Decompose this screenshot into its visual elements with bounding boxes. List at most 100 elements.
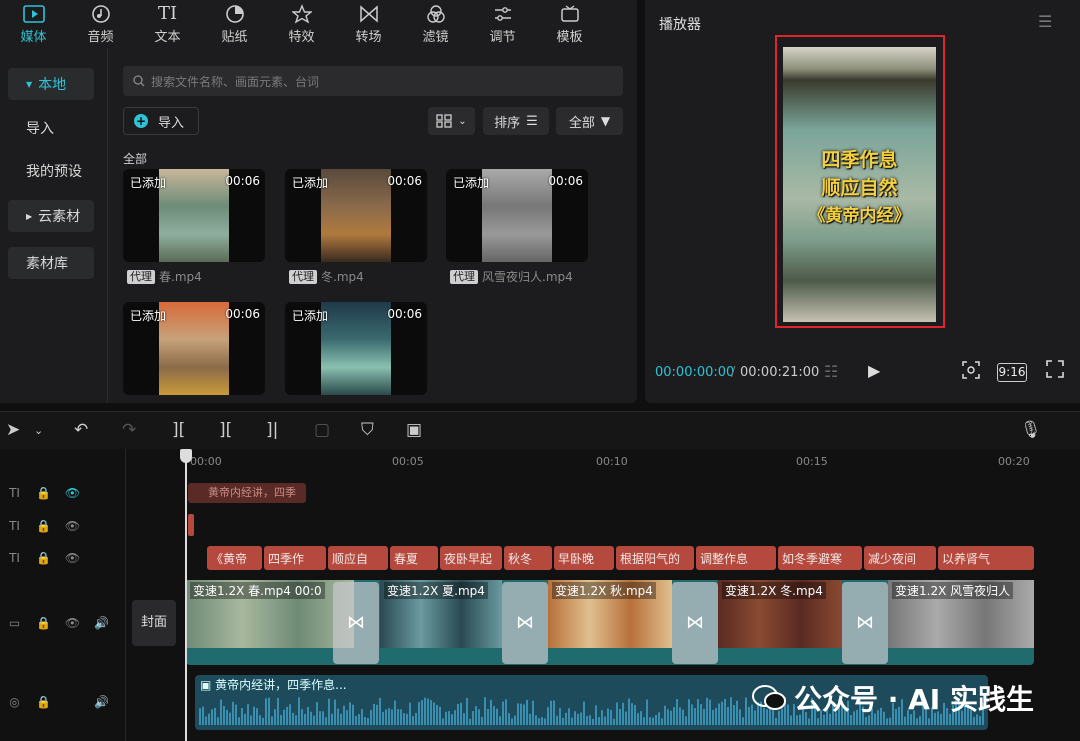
transition-icon[interactable]: ⋈	[672, 582, 718, 664]
search-icon	[133, 75, 145, 87]
speaker-icon[interactable]: 🔊	[87, 695, 116, 709]
media-thumb-winter[interactable]: 已添加 00:06	[285, 169, 427, 262]
text-clip[interactable]: 《黄帝	[207, 546, 262, 570]
aspect-ratio-button[interactable]: 9:16	[997, 363, 1027, 382]
search-input[interactable]: 搜索文件名称、画面元素、台词	[123, 66, 623, 96]
playhead-handle[interactable]	[180, 449, 192, 463]
sidebar-item-local[interactable]: ▼ 本地	[8, 68, 94, 100]
lock-icon[interactable]: 🔒	[29, 519, 58, 533]
undo-icon[interactable]: ↶	[74, 420, 88, 440]
lock-icon[interactable]: 🔒	[29, 616, 58, 630]
clip-label: 黄帝内经讲，四季	[208, 486, 296, 499]
tab-media[interactable]: 媒体	[0, 0, 67, 48]
text-clip[interactable]: 减少夜间	[864, 546, 936, 570]
duration-label: 00:06	[548, 174, 583, 188]
select-cursor-icon[interactable]: ➤	[6, 420, 20, 440]
wechat-icon	[752, 685, 786, 710]
delete-icon[interactable]: ▢	[314, 420, 330, 440]
fit-screen-icon[interactable]	[961, 360, 981, 384]
sidebar-item-label: 云素材	[38, 209, 81, 225]
lock-icon[interactable]: 🔒	[29, 551, 58, 565]
video-clip-winter[interactable]: 变速1.2X 冬.mp4	[718, 580, 842, 648]
lock-icon[interactable]: 🔒	[29, 695, 58, 709]
time-separator: /	[731, 365, 736, 380]
waveform-toggle-icon[interactable]: ☷	[824, 362, 838, 381]
video-clip-snow-night[interactable]: 变速1.2X 风雪夜归人	[888, 580, 1034, 648]
tab-label: 模板	[556, 29, 583, 45]
filter-button[interactable]: 全部 ▼	[556, 107, 623, 135]
sort-button[interactable]: 排序 ☰	[483, 107, 549, 135]
text-clip[interactable]: 如冬季避寒	[778, 546, 862, 570]
text-clip[interactable]: 秋冬	[504, 546, 552, 570]
auto-cut-icon[interactable]: ▣	[406, 420, 422, 440]
text-clip-small[interactable]	[188, 514, 194, 536]
sidebar-item-presets[interactable]: 我的预设	[8, 155, 94, 187]
transition-icon[interactable]: ⋈	[333, 582, 379, 664]
tab-template[interactable]: 模板	[536, 0, 603, 48]
text-clip[interactable]: 顺应自	[328, 546, 388, 570]
microphone-icon[interactable]: 🎙	[1020, 420, 1042, 440]
eye-icon[interactable]: 👁	[58, 519, 87, 533]
sidebar-item-label: 素材库	[26, 256, 68, 272]
text-clip[interactable]: 夜卧早起	[440, 546, 502, 570]
clip-label: 《黄帝	[211, 551, 248, 566]
text-clip[interactable]: 调整作息	[696, 546, 776, 570]
video-clip-autumn[interactable]: 变速1.2X 秋.mp4	[548, 580, 672, 648]
text-clip[interactable]: 早卧晚	[554, 546, 614, 570]
media-icon	[22, 4, 45, 24]
trim-right-icon[interactable]: ]|	[266, 420, 278, 440]
media-thumb-spring[interactable]: 已添加 00:06	[123, 169, 265, 262]
media-thumb-snow-night[interactable]: 已添加 00:06	[446, 169, 588, 262]
eye-icon[interactable]: 👁	[58, 551, 87, 565]
import-button[interactable]: + 导入	[123, 107, 199, 135]
chevron-down-icon[interactable]: ⌄	[34, 424, 43, 437]
sidebar-item-import[interactable]: 导入	[8, 112, 94, 144]
tab-audio[interactable]: 音频	[67, 0, 134, 48]
title-text-clip[interactable]: 黄帝内经讲，四季	[188, 483, 306, 503]
transition-icon[interactable]: ⋈	[502, 582, 548, 664]
fullscreen-icon[interactable]	[1046, 360, 1064, 382]
sidebar-item-library[interactable]: 素材库	[8, 247, 94, 279]
tab-label: 转场	[355, 29, 382, 45]
view-mode-button[interactable]: ⌄	[428, 107, 475, 135]
text-clip[interactable]: 根据阳气的	[616, 546, 694, 570]
trim-left-icon[interactable]: ][	[219, 420, 232, 440]
track-header-text-2: TI 🔒 👁	[0, 514, 87, 538]
file-name: 冬.mp4	[321, 270, 364, 284]
menu-icon[interactable]: ☰	[1038, 12, 1052, 31]
eye-icon[interactable]: 👁	[58, 616, 87, 630]
filter-label: 全部	[568, 115, 595, 131]
split-icon[interactable]: ][	[172, 420, 185, 440]
tab-effects[interactable]: 特效	[268, 0, 335, 48]
tab-text[interactable]: TI 文本	[134, 0, 201, 48]
tab-label: 滤镜	[422, 29, 449, 45]
tab-filter[interactable]: 滤镜	[402, 0, 469, 48]
plus-icon: +	[134, 114, 148, 128]
text-clip[interactable]: 四季作	[264, 546, 326, 570]
eye-icon[interactable]: 👁	[58, 486, 87, 500]
tab-sticker[interactable]: 贴纸	[201, 0, 268, 48]
redo-icon[interactable]: ↷	[122, 420, 136, 440]
media-thumb-autumn[interactable]: 已添加 00:06	[123, 302, 265, 395]
sidebar-item-cloud[interactable]: ▶ 云素材	[8, 200, 94, 232]
video-clip-spring[interactable]: 变速1.2X 春.mp4 00:0	[186, 580, 354, 648]
playhead[interactable]	[185, 449, 187, 741]
sidebar-item-label: 导入	[26, 121, 54, 137]
speaker-icon[interactable]: 🔊	[87, 616, 116, 630]
file-name: 风雪夜归人.mp4	[482, 270, 573, 284]
play-icon[interactable]: ▶	[868, 361, 880, 380]
media-thumb-summer[interactable]: 已添加 00:06	[285, 302, 427, 395]
video-clip-summer[interactable]: 变速1.2X 夏.mp4	[380, 580, 502, 648]
media-filename: 代理 风雪夜归人.mp4	[450, 268, 573, 285]
text-clip[interactable]: 以养肾气	[938, 546, 1034, 570]
image-icon: ▣	[200, 678, 212, 692]
transition-icon[interactable]: ⋈	[842, 582, 888, 664]
text-clip[interactable]: 春夏	[390, 546, 438, 570]
ruler-tick: 00:20	[998, 455, 1030, 468]
tab-label: 文本	[154, 29, 181, 45]
tab-transition[interactable]: 转场	[335, 0, 402, 48]
lock-icon[interactable]: 🔒	[29, 486, 58, 500]
cover-button[interactable]: 封面	[132, 600, 176, 646]
marker-icon[interactable]: ⛉	[361, 420, 374, 440]
tab-adjust[interactable]: 调节	[469, 0, 536, 48]
